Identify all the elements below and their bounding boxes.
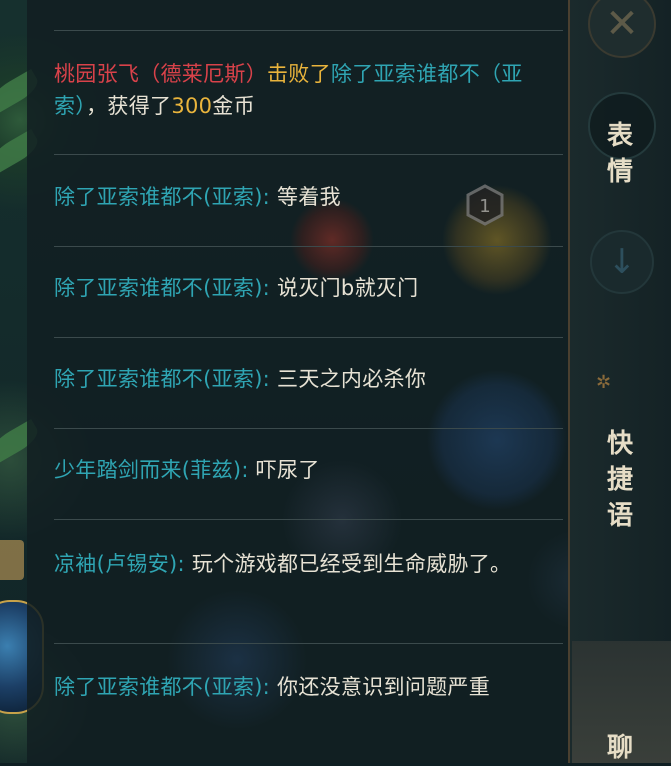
divider	[54, 246, 563, 247]
tab-emotes-label: 表 情	[606, 121, 633, 187]
chat-message-part: 你还没意识到问题严重	[270, 675, 491, 699]
divider	[54, 643, 563, 644]
chat-message: 少年踏剑而来(菲兹): 吓尿了	[54, 454, 534, 486]
chat-message-part: 少年踏剑而来(菲兹):	[54, 458, 249, 482]
tab-quick-phrases[interactable]: 快 捷 语	[588, 426, 652, 534]
chat-message-part: 三天之内必杀你	[270, 367, 427, 391]
chat-message: 除了亚索谁都不(亚索): 你还没意识到问题严重	[54, 671, 534, 703]
bug-icon: ✲	[596, 372, 612, 393]
divider	[54, 154, 563, 155]
chat-message: 除了亚索谁都不(亚索): 三天之内必杀你	[54, 363, 534, 395]
chat-message-part: 击败了	[267, 62, 331, 86]
divider	[54, 30, 563, 31]
tab-emotes[interactable]: 表 情	[588, 118, 652, 190]
chat-message-part: 除了亚索谁都不(亚索):	[54, 367, 271, 391]
chat-message-part: 玩个游戏都已经受到生命威胁了。	[184, 552, 512, 576]
chat-message-part: ，获得了	[86, 94, 172, 118]
close-icon[interactable]: ✕	[588, 0, 656, 58]
chat-message-part: 300	[171, 94, 213, 118]
chat-sidebar: ✕ 表 情 ↓ 快 捷 语 聊	[568, 0, 671, 763]
ally-portrait	[0, 540, 24, 580]
tab-chat[interactable]: 聊	[588, 730, 652, 766]
chat-message-part: 除了亚索谁都不(亚索):	[54, 276, 271, 300]
chat-message-part: 金币	[212, 94, 255, 118]
chat-message-part: 说灭门b就灭门	[270, 276, 419, 300]
divider	[54, 519, 563, 520]
chat-message-part: 等着我	[270, 185, 341, 209]
arrow-down-icon[interactable]: ↓	[590, 230, 654, 294]
tab-chat-label: 聊	[606, 733, 633, 763]
chat-message: 除了亚索谁都不(亚索): 说灭门b就灭门	[54, 272, 534, 304]
chat-message: 凉袖(卢锡安): 玩个游戏都已经受到生命威胁了。	[54, 548, 534, 580]
chat-message-part: 吓尿了	[248, 458, 320, 482]
divider	[54, 337, 563, 338]
chat-message-part: 除了亚索谁都不(亚索):	[54, 185, 271, 209]
chat-message-part: 桃园张飞（德莱厄斯）	[54, 62, 267, 86]
chat-message-part: 除了亚索谁都不(亚索):	[54, 675, 271, 699]
tab-quick-phrases-label: 快 捷 语	[606, 429, 633, 531]
chat-message: 除了亚索谁都不(亚索): 等着我	[54, 181, 534, 213]
chat-message-part: 凉袖(卢锡安):	[54, 552, 185, 576]
chat-panel: 1 桃园张飞（德莱厄斯）击败了除了亚索谁都不（亚索），获得了300金币 除了亚索…	[27, 0, 568, 763]
divider	[54, 428, 563, 429]
chat-message: 桃园张飞（德莱厄斯）击败了除了亚索谁都不（亚索），获得了300金币	[54, 58, 534, 122]
